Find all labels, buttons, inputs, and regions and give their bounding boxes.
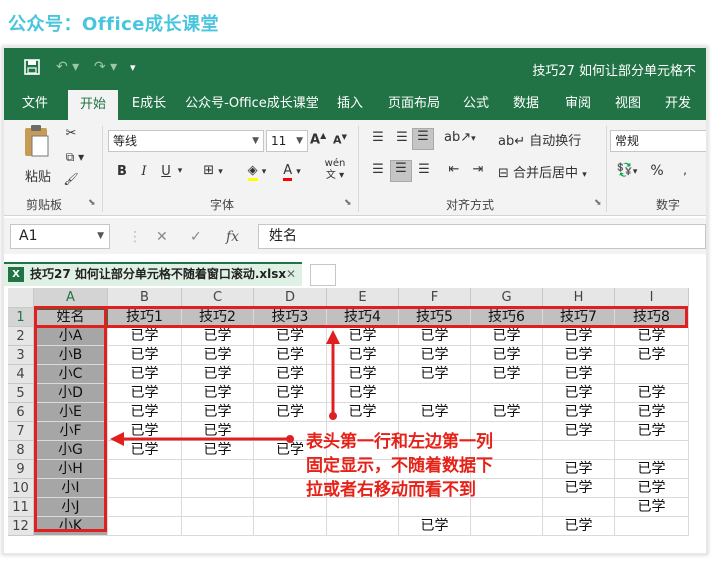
excel-window: ↶ ▾ ↷ ▾ ▾ 技巧27 如何让部分单元格不 文件 开始 E成长 公众号-O… [4, 48, 706, 553]
arrow-left-head [110, 432, 124, 446]
brand-banner: 公众号：Office成长课堂 [8, 14, 220, 35]
arrow-up-head [326, 330, 340, 344]
arrow-up-dot [329, 412, 337, 420]
annotation-line-1: 表头第一行和左边第一列 [306, 432, 493, 452]
annotation-text: 表头第一行和左边第一列 固定显示，不随着数据下 拉或者右移动而看不到 [306, 430, 493, 502]
arrow-left-dot [286, 435, 294, 443]
annotation-line-2: 固定显示，不随着数据下 [306, 456, 493, 476]
annotation-line-3: 拉或者右移动而看不到 [306, 480, 476, 500]
